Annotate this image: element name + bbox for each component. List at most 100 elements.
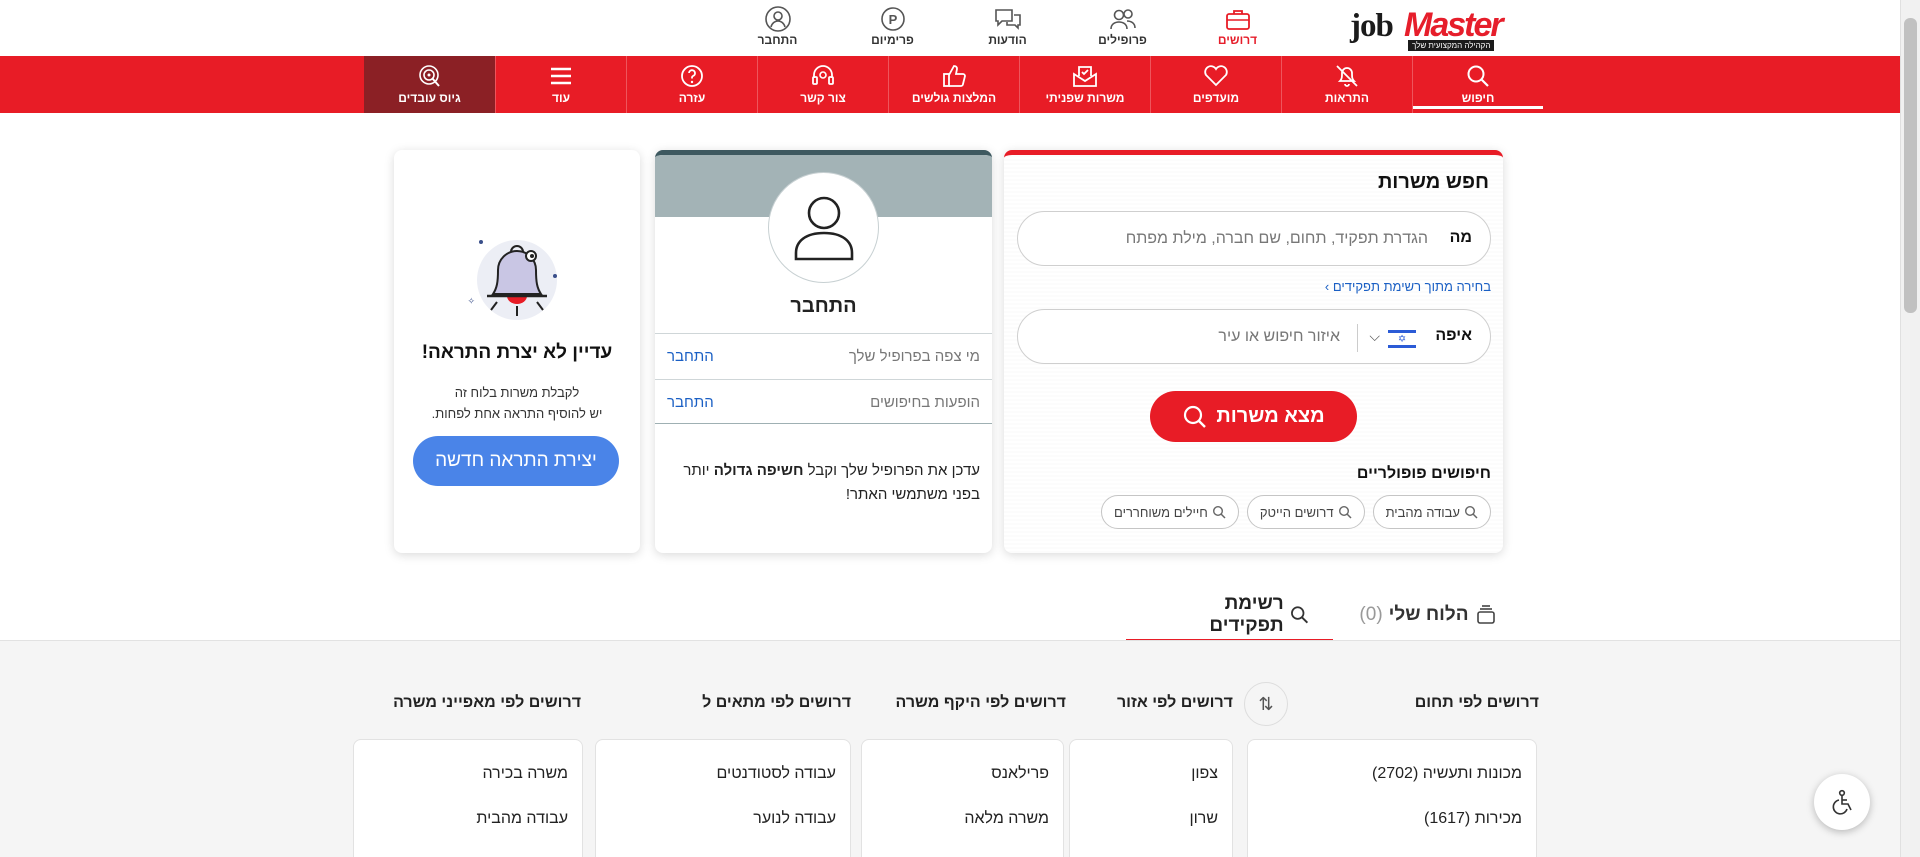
tab-roles-list[interactable]: רשימת תפקידים xyxy=(1126,587,1333,643)
applied-icon xyxy=(1070,61,1100,91)
alerts-desc-line: לקבלת משרות בלוח זה xyxy=(454,385,580,400)
alerts-description: לקבלת משרות בלוח זה יש להוסיף התראה אחת … xyxy=(394,382,640,424)
profile-row-login-link[interactable]: התחבר xyxy=(667,348,714,365)
stack-icon xyxy=(1476,605,1495,624)
nav-applied[interactable]: משרות שפניתי xyxy=(1019,56,1150,113)
job-search-card: חפש משרות מה בחירה מתוך רשימת תפקידים › … xyxy=(1004,150,1503,553)
sort-toggle-button[interactable]: ⇅ xyxy=(1244,682,1288,726)
search-icon xyxy=(1184,405,1207,428)
nav-search-label: חיפוש xyxy=(1461,91,1495,105)
nav-recruit-label: גיוס עובדים xyxy=(398,91,461,105)
profile-row-login-link[interactable]: התחבר xyxy=(667,394,714,411)
tab-my-board-count: (0) xyxy=(1359,604,1383,625)
nav-recruit[interactable]: גיוס עובדים xyxy=(364,56,495,113)
category-link[interactable]: מכונות ותעשיה (2702) xyxy=(1372,765,1522,783)
search-icon xyxy=(1338,505,1352,519)
logo-job: job xyxy=(1350,8,1394,44)
category-link[interactable]: עבודה מהבית xyxy=(476,810,568,828)
search-icon xyxy=(1463,61,1493,91)
nav-applied-label: משרות שפניתי xyxy=(1045,91,1125,105)
topnav-premium[interactable]: P פרימיום xyxy=(835,0,950,56)
popular-chip[interactable]: חיילים משוחררים xyxy=(1101,495,1239,529)
column-title-suitable: דרושים לפי מתאים ל xyxy=(702,694,851,711)
popular-searches: עבודה מהבית דרושים הייטק חיילים משוחררים xyxy=(1101,495,1491,529)
nav-contact[interactable]: צור קשר xyxy=(757,56,888,113)
find-jobs-button[interactable]: מצא משרות xyxy=(1150,391,1357,442)
chevron-down-icon[interactable]: ⌵ xyxy=(1369,328,1380,345)
column-title-features: דרושים לפי מאפייני משרה xyxy=(393,694,581,711)
israel-flag-icon[interactable]: ✡ xyxy=(1388,330,1416,348)
user-icon xyxy=(763,5,793,33)
category-link[interactable]: עבודה לנוער xyxy=(753,810,836,828)
popular-chip[interactable]: דרושים הייטק xyxy=(1246,495,1365,529)
what-field[interactable]: מה xyxy=(1017,211,1491,266)
where-input[interactable] xyxy=(1040,323,1340,351)
category-link[interactable]: צפון xyxy=(1191,765,1218,783)
what-input[interactable] xyxy=(1048,225,1428,253)
sort-arrows-icon: ⇅ xyxy=(1258,693,1274,714)
alerts-desc-line: יש להוסיף התראה אחת לפחות. xyxy=(431,406,603,421)
accessibility-button[interactable] xyxy=(1814,774,1870,830)
page-scrollbar[interactable] xyxy=(1900,0,1920,857)
nav-help-label: עזרה xyxy=(678,91,706,105)
nav-recommendations-label: המלצות גולשים xyxy=(911,91,997,105)
where-field[interactable]: איפה ✡ ⌵ xyxy=(1017,309,1491,364)
category-link[interactable]: משרה בכירה xyxy=(482,765,568,783)
profile-login-title[interactable]: התחבר xyxy=(655,295,992,318)
tab-my-board[interactable]: הלוח שלי (0) xyxy=(1333,587,1523,643)
scrollbar-thumb[interactable] xyxy=(1904,18,1917,313)
category-link[interactable]: שרון xyxy=(1189,810,1218,828)
popular-searches-title: חיפושים פופולריים xyxy=(1356,465,1491,482)
profile-row-text: הופעות בחיפושים xyxy=(870,394,980,411)
nav-more[interactable]: עוד xyxy=(495,56,626,113)
board-tabs: הלוח שלי (0) רשימת תפקידים xyxy=(1126,587,1523,643)
nav-alerts[interactable]: התראות xyxy=(1281,56,1412,113)
category-link[interactable]: משרה מלאה xyxy=(964,810,1049,828)
where-label: איפה xyxy=(1435,327,1472,344)
create-alert-button[interactable]: יצירת התראה חדשה xyxy=(413,436,619,486)
search-title: חפש משרות xyxy=(1377,171,1489,193)
column-title-area: דרושים לפי אזור xyxy=(1116,694,1233,711)
search-icon xyxy=(1464,505,1478,519)
bell-off-icon xyxy=(1332,61,1362,91)
people-icon xyxy=(1108,5,1138,33)
nav-help[interactable]: עזרה xyxy=(626,56,757,113)
category-link[interactable]: מכירות (1617) xyxy=(1424,810,1522,828)
heart-icon xyxy=(1201,61,1231,91)
headset-icon xyxy=(808,61,838,91)
topnav-jobs[interactable]: דרושים xyxy=(1180,0,1295,56)
nav-more-label: עוד xyxy=(551,91,571,105)
nav-recommendations[interactable]: המלצות גולשים xyxy=(888,56,1019,113)
user-icon xyxy=(794,196,853,260)
choose-from-roles-link[interactable]: בחירה מתוך רשימת תפקידים › xyxy=(1325,279,1491,294)
profile-card: התחבר מי צפה בפרופיל שלך התחבר הופעות בח… xyxy=(655,150,992,553)
category-list-field: מכונות ותעשיה (2702) מכירות (1617) xyxy=(1247,739,1537,857)
bell-illustration-icon: ✧ xyxy=(467,232,567,327)
promo-bold: חשיפה גדולה xyxy=(713,462,804,479)
popular-chip-label: חיילים משוחררים xyxy=(1114,504,1208,520)
jobmaster-logo[interactable]: job Master הקהילה המקצועית שלך xyxy=(1350,4,1510,52)
logo-slogan: הקהילה המקצועית שלך xyxy=(1408,40,1495,51)
profile-row-text: מי צפה בפרופיל שלך xyxy=(848,348,980,365)
category-link[interactable]: פרילאנס xyxy=(991,765,1049,783)
nav-favorites[interactable]: מועדפים xyxy=(1150,56,1281,113)
nav-search[interactable]: חיפוש xyxy=(1412,56,1543,113)
topnav-profiles[interactable]: פרופילים xyxy=(1065,0,1180,56)
avatar[interactable] xyxy=(768,172,879,283)
topnav-messages[interactable]: הודעות xyxy=(950,0,1065,56)
alerts-card: ✧ עדיין לא יצרת התראה! לקבלת משרות בלוח … xyxy=(394,150,640,553)
premium-icon: P xyxy=(878,5,908,33)
category-link[interactable]: עבודה לסטודנטים xyxy=(717,765,837,783)
popular-chip[interactable]: עבודה מהבית xyxy=(1372,495,1491,529)
column-title-field: דרושים לפי תחום xyxy=(1414,694,1539,711)
topnav-profiles-label: פרופילים xyxy=(1098,33,1147,47)
nav-contact-label: צור קשר xyxy=(800,91,846,105)
top-nav: דרושים פרופילים הודעות P פרימיום התחבר xyxy=(720,0,1295,56)
topnav-messages-label: הודעות xyxy=(988,33,1027,47)
tab-roles-label: רשימת תפקידים xyxy=(1209,593,1284,636)
divider xyxy=(655,423,992,424)
briefcase-icon xyxy=(1223,5,1253,33)
topnav-login[interactable]: התחבר xyxy=(720,0,835,56)
no-alerts-title: עדיין לא יצרת התראה! xyxy=(421,342,613,363)
nav-alerts-label: התראות xyxy=(1324,91,1370,105)
